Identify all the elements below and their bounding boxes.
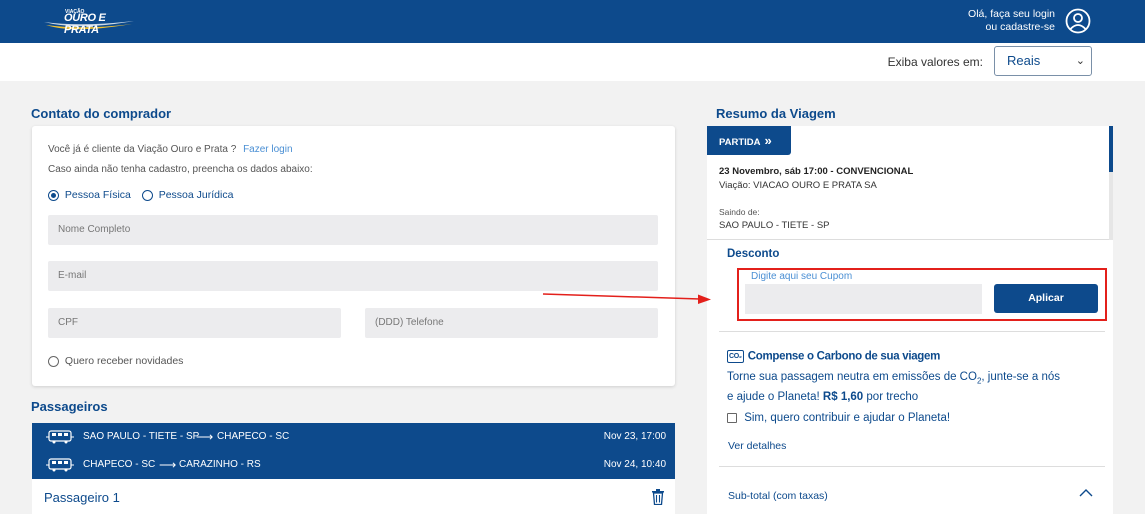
contact-section-title: Contato do comprador <box>31 106 172 121</box>
co2-title: CO₂ Compense o Carbono de sua viagem <box>727 350 940 363</box>
person-type-radio-group: Pessoa Física Pessoa Jurídica <box>48 189 241 201</box>
name-input[interactable]: Nome Completo <box>48 215 658 245</box>
currency-label: Exiba valores em: <box>887 55 983 69</box>
passenger-1-card: Passageiro 1 <box>32 479 675 514</box>
trip-company: Viação: VIACAO OURO E PRATA SA <box>719 180 877 191</box>
radio-unchecked-icon <box>141 189 153 201</box>
divider <box>719 466 1105 467</box>
partida-tab[interactable]: PARTIDA» <box>707 126 791 155</box>
contribute-checkbox[interactable]: Sim, quero contribuir e ajudar o Planeta… <box>727 412 950 424</box>
user-icon[interactable] <box>1065 8 1091 34</box>
double-chevron-right-icon: » <box>764 133 772 148</box>
subtotal-label[interactable]: Sub-total (com taxas) <box>728 490 828 502</box>
co2-title-text: Compense o Carbono de sua viagem <box>747 350 941 363</box>
login-link-inline[interactable]: Fazer login <box>243 144 292 155</box>
cpf-input[interactable]: CPF <box>48 308 341 338</box>
passengers-section-title: Passageiros <box>31 399 108 414</box>
contact-card: Você já é cliente da Viação Ouro e Prata… <box>32 126 675 386</box>
no-account-text: Caso ainda não tenha cadastro, preencha … <box>48 164 313 175</box>
radio-checked-icon <box>48 189 59 201</box>
radio-label-fisica: Pessoa Física <box>64 189 131 201</box>
partida-label: PARTIDA <box>719 137 761 148</box>
bus-icon <box>46 430 74 444</box>
already-client-text: Você já é cliente da Viação Ouro e Prata… <box>48 144 237 155</box>
radio-pessoa-fisica[interactable]: Pessoa Física <box>48 189 134 201</box>
departure-value: SAO PAULO - TIETE - SP <box>719 220 830 231</box>
logo-text: OURO E PRATA <box>64 12 106 36</box>
route-date: Nov 24, 10:40 <box>603 459 666 470</box>
brand-logo[interactable]: VIAÇÃO OURO E PRATA <box>44 8 136 36</box>
co2-price: R$ 1,60 <box>822 391 864 404</box>
apply-coupon-button[interactable]: Aplicar <box>994 284 1098 313</box>
trash-icon[interactable] <box>651 489 665 505</box>
login-link[interactable]: Olá, faça seu login ou cadastre-se <box>968 8 1055 34</box>
top-bar: VIAÇÃO OURO E PRATA Olá, faça seu login … <box>0 0 1145 43</box>
newsletter-label: Quero receber novidades <box>64 355 184 367</box>
currency-select[interactable]: Reais ⌄ <box>994 46 1092 76</box>
bus-icon <box>46 458 74 472</box>
co2-text-1: Torne sua passagem neutra em emissões de… <box>727 371 977 383</box>
route-row: CHAPECO - SC ⟶ CARAZINHO - RS Nov 24, 10… <box>46 451 666 479</box>
route-date: Nov 23, 17:00 <box>603 431 666 442</box>
radio-pessoa-juridica[interactable]: Pessoa Jurídica <box>141 189 234 201</box>
radio-unchecked-icon <box>48 355 59 367</box>
passenger-routes-bar: SAO PAULO - TIETE - SP ⟶ CHAPECO - SC No… <box>32 423 675 479</box>
scrollbar-thumb[interactable] <box>1109 126 1113 172</box>
chevron-up-icon[interactable] <box>1079 488 1093 498</box>
arrow-right-icon: ⟶ <box>159 458 177 472</box>
trip-details: PARTIDA» 23 Novembro, sáb 17:00 - CONVEN… <box>707 126 1113 240</box>
phone-input[interactable]: (DDD) Telefone <box>365 308 658 338</box>
route-to: CARAZINHO - RS <box>179 459 261 470</box>
contribute-label: Sim, quero contribuir e ajudar o Planeta… <box>744 412 951 424</box>
already-client-line: Você já é cliente da Viação Ouro e Prata… <box>48 144 293 155</box>
trip-date: 23 Novembro, sáb 17:00 - CONVENCIONAL <box>719 166 914 177</box>
summary-scrollbar[interactable] <box>1109 126 1113 240</box>
currency-selected-value: Reais <box>1007 53 1041 68</box>
co2-description: Torne sua passagem neutra em emissões de… <box>727 369 1067 406</box>
discount-title: Desconto <box>727 248 780 260</box>
email-input[interactable]: E-mail <box>48 261 658 291</box>
departure-label: Saindo de: <box>719 207 760 217</box>
currency-bar: Exiba valores em: Reais ⌄ <box>0 43 1145 81</box>
radio-label-juridica: Pessoa Jurídica <box>158 189 234 201</box>
route-to: CHAPECO - SC <box>217 431 290 442</box>
coupon-input[interactable] <box>745 284 982 314</box>
summary-section-title: Resumo da Viagem <box>716 106 836 121</box>
coupon-highlight-box: Digite aqui seu Cupom Aplicar <box>737 268 1107 321</box>
passenger-1-title: Passageiro 1 <box>44 490 120 505</box>
checkbox-unchecked-icon <box>727 412 737 423</box>
see-details-link[interactable]: Ver detalhes <box>728 440 786 452</box>
route-from: SAO PAULO - TIETE - SP <box>83 431 200 442</box>
arrow-right-icon: ⟶ <box>196 430 214 444</box>
newsletter-option[interactable]: Quero receber novidades <box>48 355 183 367</box>
chevron-down-icon: ⌄ <box>1075 55 1085 67</box>
trip-summary-panel: PARTIDA» 23 Novembro, sáb 17:00 - CONVEN… <box>707 126 1113 514</box>
route-from: CHAPECO - SC <box>83 459 156 470</box>
login-line-2: ou cadastre-se <box>985 21 1055 33</box>
co2-badge-icon: CO₂ <box>727 350 744 363</box>
coupon-label: Digite aqui seu Cupom <box>751 271 853 282</box>
login-line-1: Olá, faça seu login <box>968 8 1055 20</box>
co2-text-3: por trecho <box>863 391 919 404</box>
divider <box>719 331 1105 332</box>
route-row: SAO PAULO - TIETE - SP ⟶ CHAPECO - SC No… <box>46 423 666 451</box>
